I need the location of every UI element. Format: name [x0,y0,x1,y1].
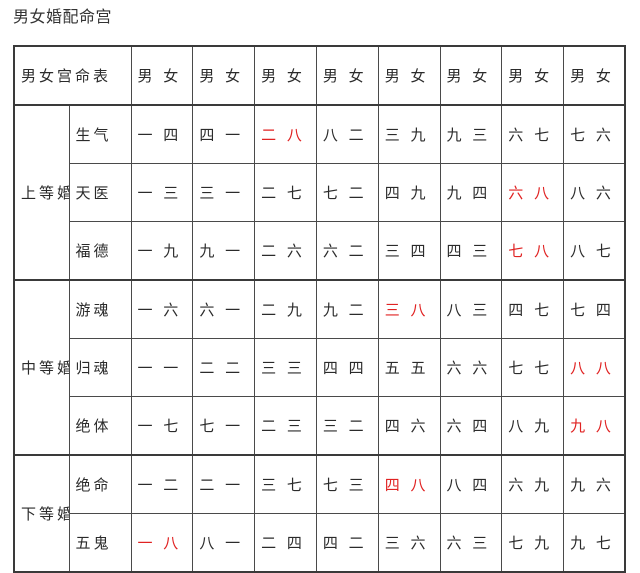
pair-cell: 三 三 [254,338,317,397]
pair-cell: 一 二 [130,454,194,514]
pair-cell: 七 一 [192,396,256,456]
pair-cell: 六 三 [439,513,503,573]
table-row: 上等婚生气一 四四 一二 八八 二三 九九 三六 七七 六 [13,104,626,281]
pair-cell-highlighted: 七 八 [501,221,565,281]
group-label-2: 中等婚 [13,279,70,456]
pair-cell: 一 三 [130,163,194,222]
row-label: 归魂 [68,338,132,397]
pair-cell: 八 二 [315,104,379,164]
pair-cell-highlighted: 六 八 [501,163,565,222]
page-title: 男女婚配命宫 [13,7,113,26]
pair-cell: 八 四 [439,454,503,514]
pair-cell: 四 三 [439,221,503,281]
pair-cell: 七 三 [315,454,379,514]
group-label-1: 上等婚 [13,104,70,281]
pair-cell: 九 七 [563,513,626,573]
pair-cell: 四 九 [377,163,441,222]
column-header-pair-5: 男 女 [377,45,441,106]
pair-cell: 二 六 [254,221,317,281]
row-label: 天医 [68,163,132,222]
pair-cell: 六 二 [315,221,379,281]
pair-cell: 二 七 [254,163,317,222]
table-body: 男女宫命表男 女男 女男 女男 女男 女男 女男 女男 女上等婚生气一 四四 一… [13,45,626,573]
marriage-compatibility-table: 男女宫命表男 女男 女男 女男 女男 女男 女男 女男 女上等婚生气一 四四 一… [13,45,627,573]
table-row: 中等婚游魂一 六六 一二 九九 二三 八八 三四 七七 四 [13,279,626,456]
table-row: 天医一 三三 一二 七七 二四 九九 四六 八八 六 [14,163,626,222]
pair-cell: 八 九 [501,396,565,456]
pair-cell: 一 七 [130,396,194,456]
pair-cell: 六 一 [192,279,256,339]
pair-cell-highlighted: 九 八 [563,396,626,456]
pair-cell: 九 二 [315,279,379,339]
row-label: 游魂 [68,279,132,339]
table-row: 归魂一 一二 二三 三四 四五 五六 六七 七八 八 [14,338,626,397]
column-header-pair-6: 男 女 [439,45,503,106]
pair-cell: 四 二 [315,513,379,573]
pair-cell: 三 四 [377,221,441,281]
pair-cell: 一 四 [130,104,194,164]
pair-cell: 一 六 [130,279,194,339]
pair-cell: 六 七 [501,104,565,164]
pair-cell-highlighted: 二 八 [254,104,317,164]
pair-cell: 九 三 [439,104,503,164]
pair-cell-highlighted: 一 八 [130,513,194,573]
column-header-pair-8: 男 女 [563,45,626,106]
pair-cell: 八 七 [563,221,626,281]
column-header-pair-4: 男 女 [315,45,379,106]
table-corner-header: 男女宫命表 [13,45,132,106]
pair-cell: 八 六 [563,163,626,222]
pair-cell: 二 二 [192,338,256,397]
pair-cell: 九 一 [192,221,256,281]
pair-cell: 二 四 [254,513,317,573]
row-label: 绝体 [68,396,132,456]
table-row: 福德一 九九 一二 六六 二三 四四 三七 八八 七 [14,221,626,281]
pair-cell: 七 七 [501,338,565,397]
pair-cell: 二 九 [254,279,317,339]
table-header-row: 男女宫命表男 女男 女男 女男 女男 女男 女男 女男 女 [13,45,626,106]
pair-cell: 七 二 [315,163,379,222]
pair-cell: 一 一 [130,338,194,397]
pair-cell: 五 五 [377,338,441,397]
pair-cell: 三 一 [192,163,256,222]
row-label: 绝命 [68,454,132,514]
row-label: 生气 [68,104,132,164]
pair-cell: 九 四 [439,163,503,222]
pair-cell: 三 九 [377,104,441,164]
pair-cell: 三 七 [254,454,317,514]
row-label: 福德 [68,221,132,281]
pair-cell: 一 九 [130,221,194,281]
table-row: 下等婚绝命一 二二 一三 七七 三四 八八 四六 九九 六 [13,454,626,573]
table-row: 绝体一 七七 一二 三三 二四 六六 四八 九九 八 [14,396,626,456]
table-row: 五鬼一 八八 一二 四四 二三 六六 三七 九九 七 [14,513,626,573]
pair-cell: 七 六 [563,104,626,164]
pair-cell: 九 六 [563,454,626,514]
pair-cell: 七 四 [563,279,626,339]
pair-cell-highlighted: 三 八 [377,279,441,339]
column-header-pair-1: 男 女 [130,45,194,106]
pair-cell: 二 一 [192,454,256,514]
pair-cell: 八 三 [439,279,503,339]
pair-cell-highlighted: 八 八 [563,338,626,397]
pair-cell: 六 六 [439,338,503,397]
pair-cell: 八 一 [192,513,256,573]
pair-cell-highlighted: 四 八 [377,454,441,514]
row-label: 五鬼 [68,513,132,573]
pair-cell: 四 四 [315,338,379,397]
pair-cell: 六 九 [501,454,565,514]
column-header-pair-2: 男 女 [192,45,256,106]
pair-cell: 四 六 [377,396,441,456]
pair-cell: 七 九 [501,513,565,573]
pair-cell: 三 六 [377,513,441,573]
pair-cell: 三 二 [315,396,379,456]
pair-cell: 四 一 [192,104,256,164]
group-label-3: 下等婚 [13,454,70,573]
pair-cell: 六 四 [439,396,503,456]
pair-cell: 二 三 [254,396,317,456]
pair-cell: 四 七 [501,279,565,339]
table-grid: 男女宫命表男 女男 女男 女男 女男 女男 女男 女男 女上等婚生气一 四四 一… [13,45,627,573]
column-header-pair-7: 男 女 [501,45,565,106]
column-header-pair-3: 男 女 [254,45,317,106]
